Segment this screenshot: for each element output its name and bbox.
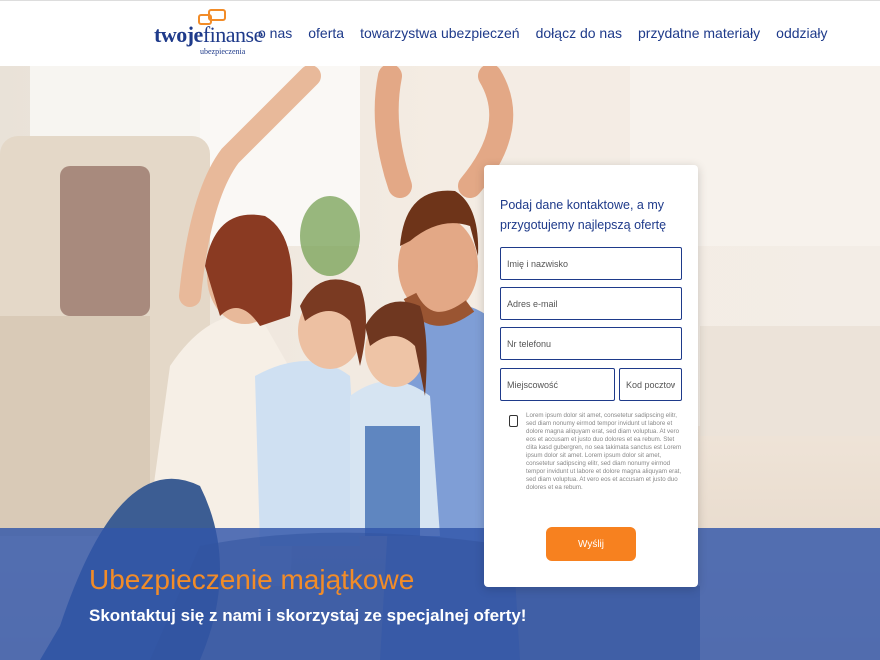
logo-text: twojefinanse — [154, 22, 263, 47]
hero-subtitle: Skontaktuj się z nami i skorzystaj ze sp… — [89, 606, 527, 625]
submit-button[interactable]: Wyślij — [546, 527, 636, 561]
nav-oddzialy[interactable]: oddziały — [776, 25, 827, 41]
name-input[interactable] — [500, 247, 682, 280]
site-logo[interactable]: twojefinanse ubezpieczenia — [154, 9, 263, 59]
city-input[interactable] — [500, 368, 615, 401]
nav-oferta[interactable]: oferta — [308, 25, 344, 41]
site-header: twojefinanse ubezpieczenia o nas oferta … — [0, 0, 880, 66]
email-input[interactable] — [500, 287, 682, 320]
main-nav: o nas oferta towarzystwa ubezpieczeń doł… — [258, 25, 828, 41]
consent-text: Lorem ipsum dolor sit amet, consetetur s… — [526, 412, 682, 491]
nav-dolacz-do-nas[interactable]: dołącz do nas — [536, 25, 622, 41]
hero-section: Ubezpieczenie majątkowe Skontaktuj się z… — [0, 66, 880, 660]
hero-title: Ubezpieczenie majątkowe — [89, 564, 415, 595]
contact-form: Podaj dane kontaktowe, a my przygotujemy… — [484, 165, 698, 587]
nav-przydatne-materialy[interactable]: przydatne materiały — [638, 25, 760, 41]
nav-o-nas[interactable]: o nas — [258, 25, 292, 41]
logo-subtitle: ubezpieczenia — [200, 47, 246, 56]
zip-code-input[interactable] — [619, 368, 682, 401]
nav-towarzystwa-ubezpieczen[interactable]: towarzystwa ubezpieczeń — [360, 25, 520, 41]
phone-input[interactable] — [500, 327, 682, 360]
consent-checkbox[interactable] — [509, 415, 518, 427]
form-title: Podaj dane kontaktowe, a my przygotujemy… — [500, 198, 667, 232]
